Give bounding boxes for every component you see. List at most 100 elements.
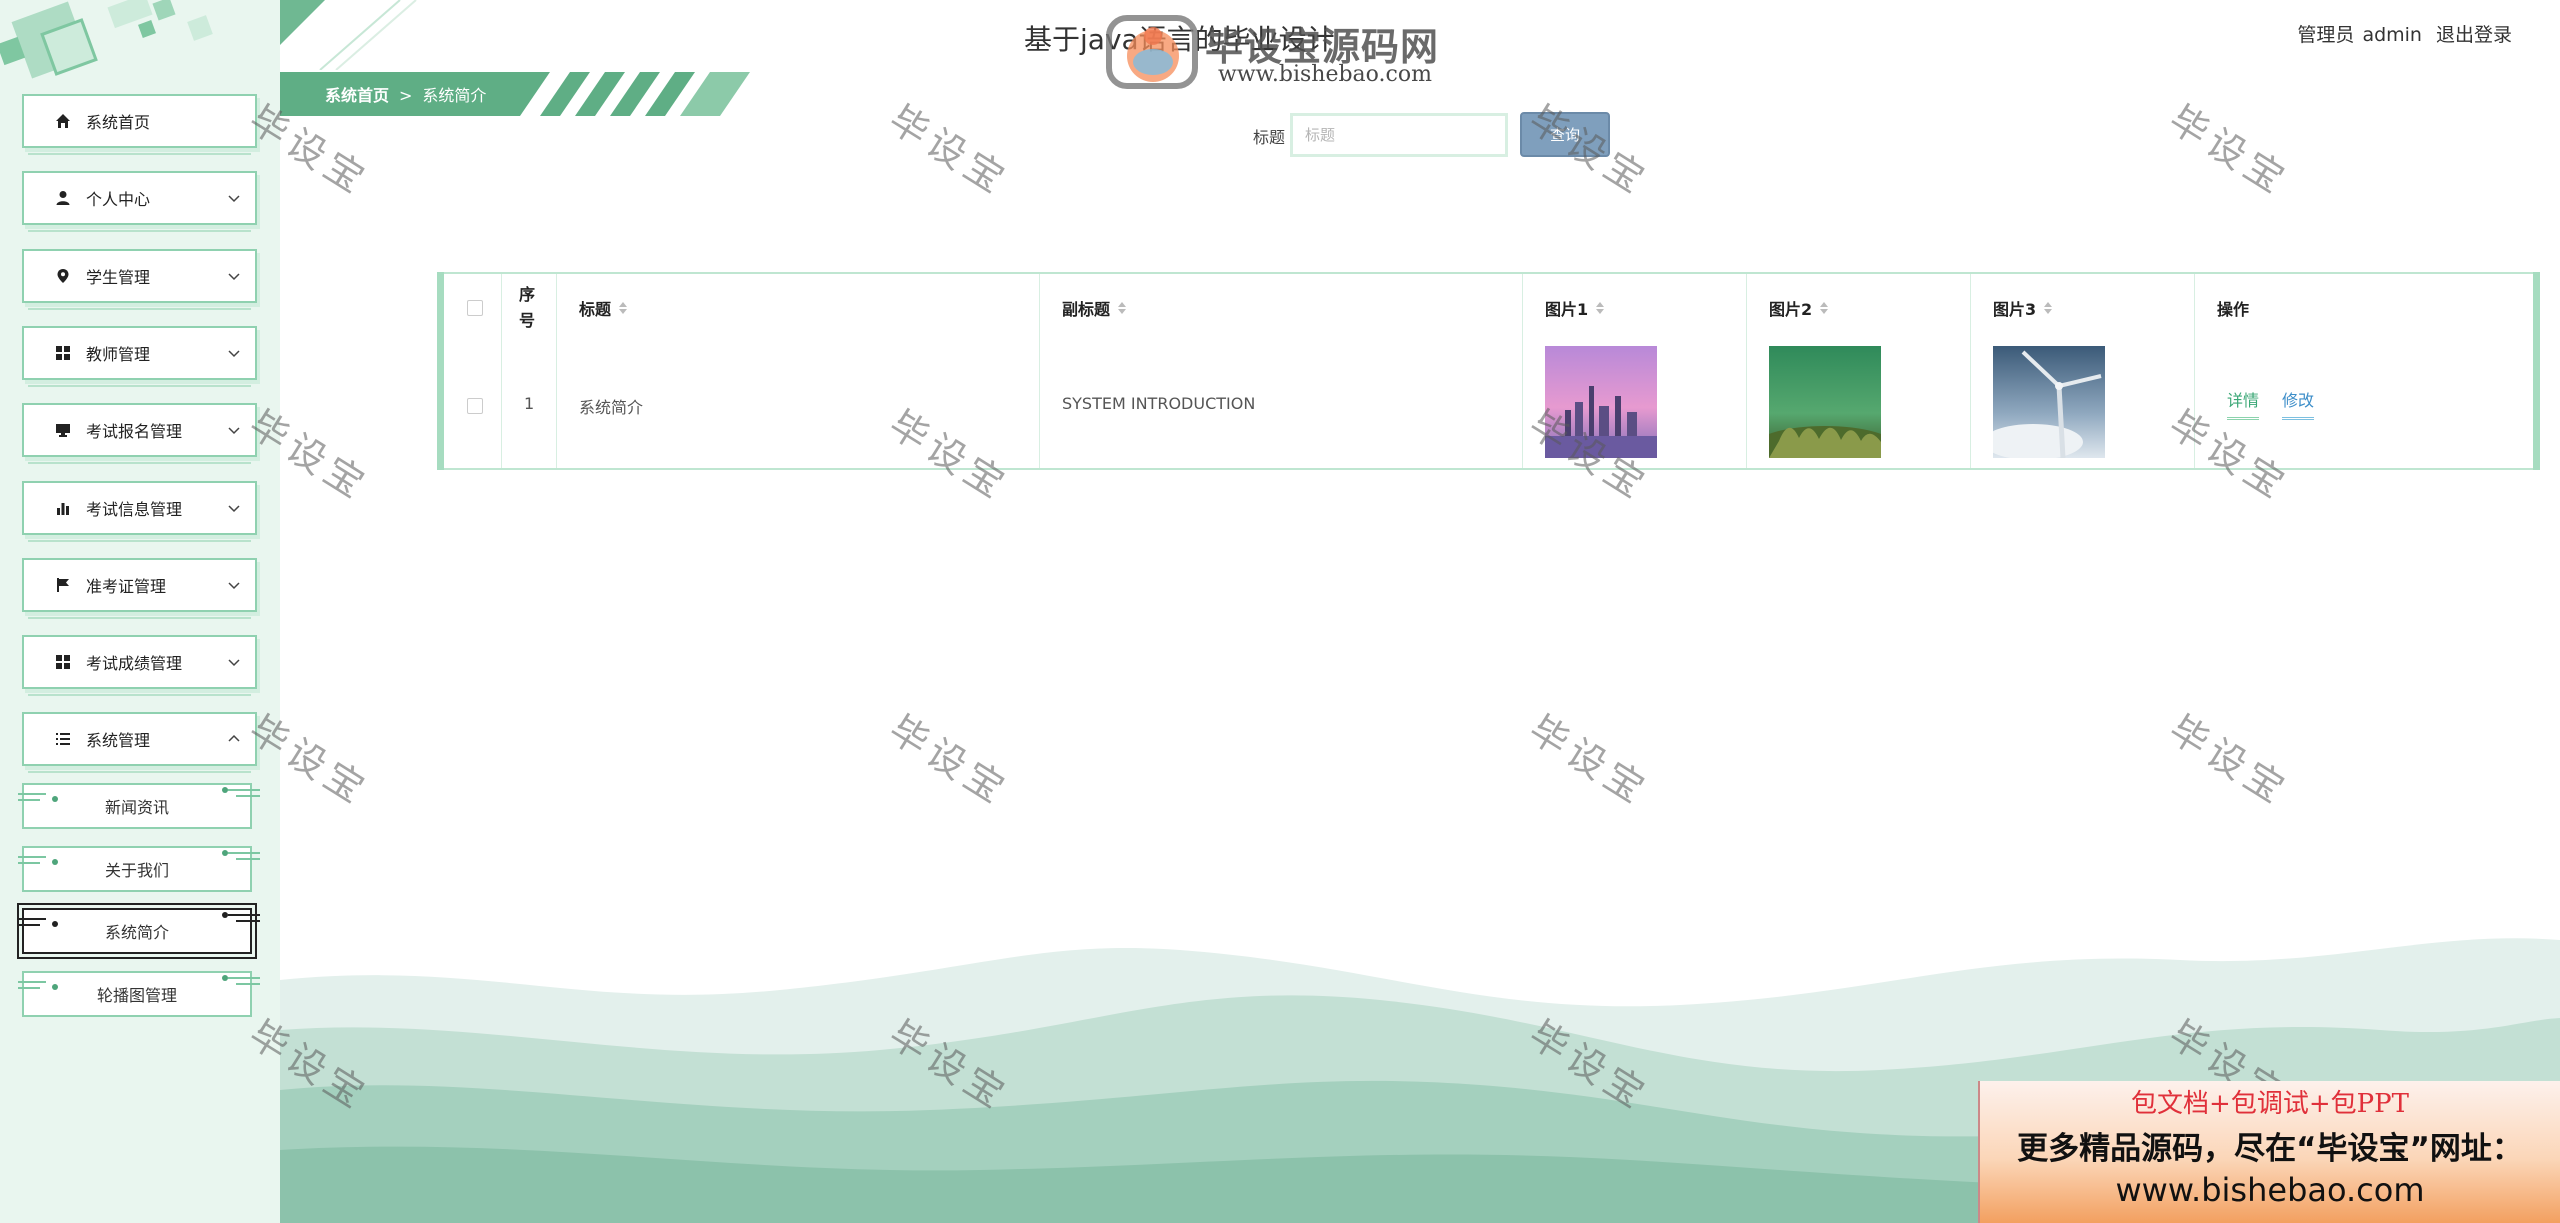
detail-link[interactable]: 详情 bbox=[2227, 387, 2260, 420]
sidebar-item[interactable]: 准考证管理 bbox=[22, 558, 257, 619]
breadcrumb-separator: > bbox=[399, 86, 413, 105]
sidebar-item-label: 个人中心 bbox=[86, 190, 151, 209]
sidebar-item-label: 考试报名管理 bbox=[86, 422, 183, 441]
flag-icon bbox=[54, 576, 72, 594]
decor-line bbox=[18, 987, 40, 989]
thumbnail-green-grass[interactable] bbox=[1769, 346, 1881, 458]
th-title-label: 标题 bbox=[579, 300, 612, 319]
th-image2[interactable]: 图片2 bbox=[1769, 296, 1829, 320]
user-role: 管理员 bbox=[2297, 24, 2355, 46]
decor-line bbox=[18, 924, 40, 926]
th-image1[interactable]: 图片1 bbox=[1545, 296, 1605, 320]
th-image3-label: 图片3 bbox=[1993, 300, 2037, 319]
sort-icon bbox=[2044, 302, 2053, 314]
sidebar-item[interactable]: 系统首页 bbox=[22, 94, 257, 155]
watermark-text: 毕设宝 bbox=[1521, 706, 1657, 815]
decor-dot bbox=[52, 796, 58, 802]
th-subtitle[interactable]: 副标题 bbox=[1062, 296, 1127, 320]
sidebar-subitem-label: 系统简介 bbox=[104, 923, 169, 942]
location-pin-icon bbox=[54, 267, 72, 285]
sidebar-item-label: 系统首页 bbox=[86, 113, 151, 132]
user-icon bbox=[54, 189, 72, 207]
th-actions: 操作 bbox=[2217, 300, 2250, 319]
sidebar-subitem[interactable]: 轮播图管理 bbox=[18, 971, 260, 1017]
bar-chart-icon bbox=[54, 499, 72, 517]
promo-line1: 包文档+包调试+包PPT bbox=[2131, 1089, 2409, 1119]
search-label: 标题 bbox=[1253, 128, 1286, 147]
decor-line bbox=[18, 799, 40, 801]
sidebar-item[interactable]: 个人中心 bbox=[22, 171, 257, 232]
sidebar-item[interactable]: 教师管理 bbox=[22, 326, 257, 387]
th-title[interactable]: 标题 bbox=[579, 296, 628, 320]
breadcrumb: 系统首页 > 系统简介 bbox=[325, 82, 486, 106]
sort-icon bbox=[1596, 302, 1605, 314]
decor-line bbox=[18, 862, 40, 864]
select-all-checkbox[interactable] bbox=[467, 300, 483, 316]
sidebar-subitem[interactable]: 系统简介 bbox=[17, 903, 260, 959]
promo-line2: 更多精品源码，尽在“毕设宝”网址： bbox=[2017, 1131, 2523, 1167]
sidebar-subitem-label: 关于我们 bbox=[104, 861, 169, 880]
edit-link[interactable]: 修改 bbox=[2282, 387, 2315, 420]
decor-line bbox=[228, 852, 260, 854]
sidebar-item-label: 考试成绩管理 bbox=[86, 654, 183, 673]
sidebar-item[interactable]: 系统管理 bbox=[22, 712, 257, 773]
cell-index: 1 bbox=[524, 394, 535, 413]
sidebar: 系统首页个人中心学生管理教师管理考试报名管理考试信息管理准考证管理考试成绩管理系… bbox=[0, 0, 280, 1223]
watermark-text: 毕设宝 bbox=[2161, 96, 2297, 205]
chevron-down-icon bbox=[228, 505, 240, 513]
breadcrumb-home[interactable]: 系统首页 bbox=[325, 86, 389, 105]
cell-subtitle: SYSTEM INTRODUCTION bbox=[1062, 394, 1256, 413]
sidebar-subitem[interactable]: 关于我们 bbox=[18, 846, 260, 892]
decor-dot bbox=[52, 984, 58, 990]
decor-line bbox=[236, 920, 260, 922]
sidebar-item-label: 准考证管理 bbox=[86, 577, 167, 596]
decor-dot bbox=[222, 787, 228, 793]
search-input[interactable] bbox=[1290, 113, 1508, 157]
username: admin bbox=[2362, 24, 2422, 46]
sidebar-item[interactable]: 考试信息管理 bbox=[22, 481, 257, 542]
cell-title: 系统简介 bbox=[579, 398, 644, 417]
sidebar-item-label: 学生管理 bbox=[86, 268, 151, 287]
decor-line bbox=[18, 793, 46, 795]
chevron-down-icon bbox=[228, 350, 240, 358]
chevron-down-icon bbox=[228, 659, 240, 667]
grid-icon bbox=[54, 344, 72, 362]
decor-line bbox=[236, 983, 260, 985]
thumbnail-wind-turbine[interactable] bbox=[1993, 346, 2105, 458]
decor-dot bbox=[222, 850, 228, 856]
chevron-up-icon bbox=[228, 734, 240, 742]
sidebar-subitem-label: 新闻资讯 bbox=[104, 798, 169, 817]
logout-link[interactable]: 退出登录 bbox=[2436, 24, 2512, 46]
list-icon bbox=[54, 730, 72, 748]
thumbnail-city-skyline[interactable] bbox=[1545, 346, 1657, 458]
decor-line bbox=[228, 977, 260, 979]
breadcrumb-current: 系统简介 bbox=[422, 86, 487, 105]
sidebar-item[interactable]: 考试报名管理 bbox=[22, 403, 257, 464]
sidebar-item[interactable]: 学生管理 bbox=[22, 249, 257, 310]
sidebar-subitem[interactable]: 新闻资讯 bbox=[18, 783, 260, 829]
home-icon bbox=[54, 112, 72, 130]
chevron-down-icon bbox=[228, 195, 240, 203]
decor-dot bbox=[52, 859, 58, 865]
monitor-icon bbox=[54, 421, 72, 439]
sort-icon bbox=[1820, 302, 1829, 314]
header-stripes bbox=[280, 0, 417, 70]
th-image2-label: 图片2 bbox=[1769, 300, 1813, 319]
th-subtitle-label: 副标题 bbox=[1062, 300, 1111, 319]
sidebar-item[interactable]: 考试成绩管理 bbox=[22, 635, 257, 696]
sidebar-decoration bbox=[0, 0, 280, 100]
watermark-logo-url: www.bishebao.com bbox=[1218, 62, 1432, 87]
grid-icon bbox=[54, 653, 72, 671]
decor-dot bbox=[222, 975, 228, 981]
sidebar-item-label: 教师管理 bbox=[86, 345, 151, 364]
row-checkbox[interactable] bbox=[467, 398, 483, 414]
chevron-down-icon bbox=[228, 427, 240, 435]
search-button[interactable]: 查询 bbox=[1520, 112, 1610, 157]
th-image3[interactable]: 图片3 bbox=[1993, 296, 2053, 320]
chevron-down-icon bbox=[228, 273, 240, 281]
decor-dot bbox=[222, 912, 228, 918]
sort-icon bbox=[619, 302, 628, 314]
chevron-down-icon bbox=[228, 582, 240, 590]
promo-url[interactable]: www.bishebao.com bbox=[1980, 1171, 2560, 1209]
sidebar-item-label: 系统管理 bbox=[86, 731, 151, 750]
